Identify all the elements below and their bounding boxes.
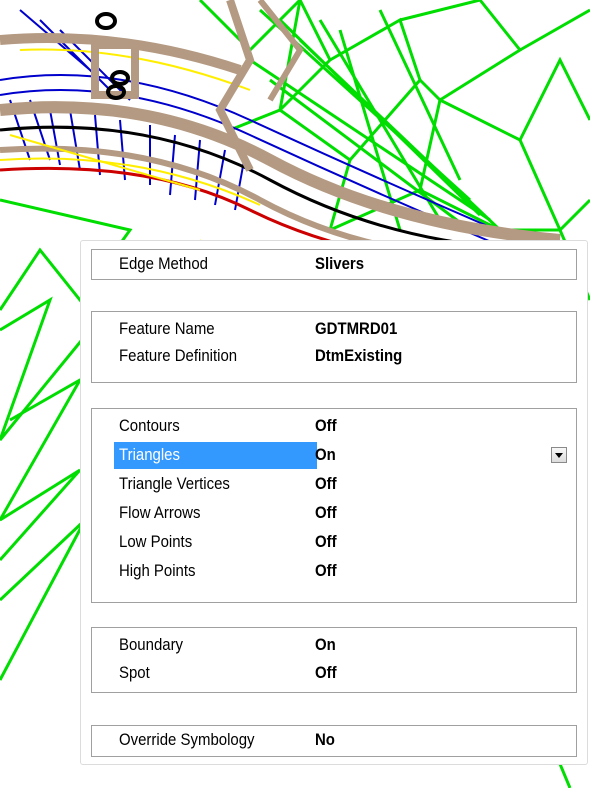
- boundary-value[interactable]: On: [315, 635, 336, 655]
- high-points-value[interactable]: Off: [315, 561, 337, 581]
- feature-definition-label: Feature Definition: [119, 346, 238, 365]
- triangle-vertices-value[interactable]: Off: [315, 474, 337, 494]
- high-points-label: High Points: [119, 561, 196, 580]
- triangle-vertices-row[interactable]: Triangle Vertices Off: [93, 471, 575, 498]
- feature-definition-value[interactable]: DtmExisting: [315, 346, 402, 366]
- low-points-label: Low Points: [119, 532, 193, 551]
- feature-name-label: Feature Name: [119, 319, 215, 338]
- feature-definition-row[interactable]: Feature Definition DtmExisting: [93, 343, 575, 370]
- display-group: Contours Off Triangles On Triangle Verti…: [91, 408, 577, 603]
- edge-method-group: Edge Method Slivers: [91, 249, 577, 280]
- override-symbology-value[interactable]: No: [315, 730, 335, 750]
- spot-value[interactable]: Off: [315, 663, 337, 683]
- boundary-row[interactable]: Boundary On: [93, 632, 575, 659]
- boundary-group: Boundary On Spot Off: [91, 627, 577, 693]
- triangle-vertices-label: Triangle Vertices: [119, 474, 230, 493]
- spot-label: Spot: [119, 663, 150, 682]
- spot-row[interactable]: Spot Off: [93, 660, 575, 687]
- feature-name-value[interactable]: GDTMRD01: [315, 319, 397, 339]
- boundary-label: Boundary: [119, 635, 184, 654]
- triangles-row[interactable]: Triangles On: [93, 442, 575, 469]
- contours-label: Contours: [119, 416, 180, 435]
- triangles-label: Triangles: [119, 445, 180, 464]
- flow-arrows-label: Flow Arrows: [119, 503, 201, 522]
- contours-row[interactable]: Contours Off: [93, 413, 575, 440]
- override-symbology-label: Override Symbology: [119, 730, 255, 749]
- chevron-down-icon[interactable]: [551, 447, 567, 463]
- contours-value[interactable]: Off: [315, 416, 337, 436]
- low-points-row[interactable]: Low Points Off: [93, 529, 575, 556]
- edge-method-label: Edge Method: [119, 254, 209, 273]
- edge-method-value[interactable]: Slivers: [315, 254, 364, 274]
- flow-arrows-value[interactable]: Off: [315, 503, 337, 523]
- triangles-value[interactable]: On: [315, 445, 336, 465]
- override-symbology-row[interactable]: Override Symbology No: [93, 727, 575, 754]
- feature-group: Feature Name GDTMRD01 Feature Definition…: [91, 311, 577, 383]
- edge-method-row[interactable]: Edge Method Slivers: [93, 251, 575, 278]
- override-group: Override Symbology No: [91, 725, 577, 757]
- feature-name-row[interactable]: Feature Name GDTMRD01: [93, 316, 575, 343]
- properties-panel: Edge Method Slivers Feature Name GDTMRD0…: [80, 240, 588, 765]
- low-points-value[interactable]: Off: [315, 532, 337, 552]
- flow-arrows-row[interactable]: Flow Arrows Off: [93, 500, 575, 527]
- high-points-row[interactable]: High Points Off: [93, 558, 575, 585]
